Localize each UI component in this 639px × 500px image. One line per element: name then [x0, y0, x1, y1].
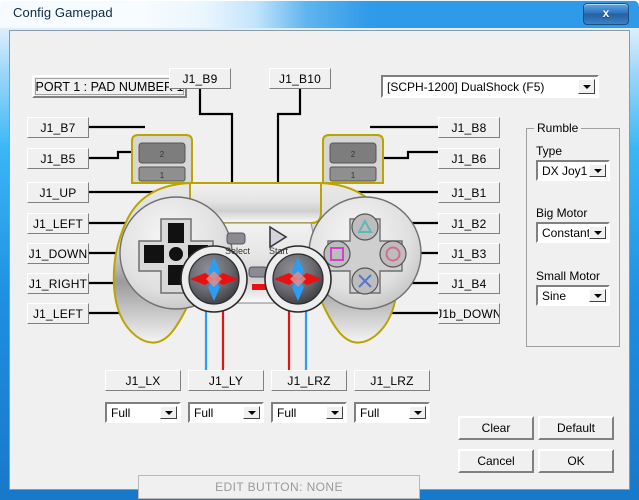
binding-label-top-1[interactable]: J1_B10 [269, 68, 331, 89]
axis-mode-select-0[interactable]: Full [105, 402, 181, 423]
axis-mode-select-1[interactable]: Full [188, 402, 264, 423]
rumble-big-motor-select[interactable]: Constant [536, 222, 610, 243]
axis-mode-value-1: Full [194, 405, 214, 420]
chevron-down-icon[interactable] [589, 289, 606, 302]
binding-label-right-2[interactable]: J1_B1 [438, 182, 500, 203]
chevron-down-icon[interactable] [326, 406, 343, 419]
binding-label-left-0[interactable]: J1_B7 [27, 117, 89, 138]
svg-text:1: 1 [160, 171, 165, 180]
binding-label-top-0[interactable]: J1_B9 [169, 68, 231, 89]
close-icon: x [602, 6, 610, 20]
binding-label-axis-3[interactable]: J1_LRZ [354, 370, 430, 391]
rumble-big-motor-value: Constant [542, 225, 591, 240]
binding-label-left-6[interactable]: J1_LEFT [27, 303, 89, 324]
rumble-type-value: DX Joy1 [542, 163, 588, 178]
window-frame: Config Gamepad x PORT 1 : PAD NUMBER 1 [… [0, 0, 639, 500]
ok-button[interactable]: OK [538, 449, 614, 473]
binding-label-axis-2[interactable]: J1_LRZ [271, 370, 347, 391]
status-bar: EDIT BUTTON: NONE [138, 475, 420, 499]
svg-text:1: 1 [351, 171, 356, 180]
rumble-small-motor-select[interactable]: Sine [536, 285, 610, 306]
rumble-small-motor-value: Sine [542, 288, 567, 303]
dialog-client-area: PORT 1 : PAD NUMBER 1 [SCPH-1200] DualSh… [9, 30, 630, 499]
binding-label-right-3[interactable]: J1_B2 [438, 213, 500, 234]
chevron-down-icon[interactable] [589, 226, 606, 239]
binding-label-left-5[interactable]: J1_RIGHT [27, 273, 89, 294]
binding-label-right-6[interactable]: J1b_DOWN [438, 303, 500, 324]
axis-mode-value-2: Full [277, 405, 297, 420]
axis-mode-value-3: Full [360, 405, 380, 420]
binding-label-left-4[interactable]: J1_DOWN [27, 243, 89, 264]
clear-button[interactable]: Clear [458, 416, 534, 440]
axis-mode-select-2[interactable]: Full [271, 402, 347, 423]
chevron-down-icon[interactable] [409, 406, 426, 419]
chevron-down-icon[interactable] [589, 164, 606, 177]
binding-label-right-5[interactable]: J1_B4 [438, 273, 500, 294]
title-bar: Config Gamepad x [0, 0, 639, 28]
binding-label-right-4[interactable]: J1_B3 [438, 243, 500, 264]
select-label: Select [225, 246, 251, 256]
binding-label-left-1[interactable]: J1_B5 [27, 148, 89, 169]
rumble-group-legend: Rumble [534, 121, 582, 135]
chevron-down-icon[interactable] [243, 406, 260, 419]
axis-mode-value-0: Full [111, 405, 131, 420]
rumble-type-select[interactable]: DX Joy1 [536, 160, 610, 181]
gamepad-body: 2 1 2 1 [112, 134, 422, 344]
svg-text:2: 2 [160, 150, 165, 159]
rumble-small-motor-label: Small Motor [536, 269, 601, 283]
axis-mode-select-3[interactable]: Full [354, 402, 430, 423]
close-button[interactable]: x [583, 3, 629, 25]
rumble-type-label: Type [536, 144, 563, 158]
cancel-button[interactable]: Cancel [458, 449, 534, 473]
svg-text:2: 2 [351, 150, 356, 159]
binding-label-axis-0[interactable]: J1_LX [105, 370, 181, 391]
rumble-big-motor-label: Big Motor [536, 206, 588, 220]
default-button[interactable]: Default [538, 416, 614, 440]
binding-label-axis-1[interactable]: J1_LY [188, 370, 264, 391]
binding-label-right-0[interactable]: J1_B8 [438, 117, 500, 138]
binding-label-left-3[interactable]: J1_LEFT [27, 213, 89, 234]
chevron-down-icon[interactable] [160, 406, 177, 419]
binding-label-right-1[interactable]: J1_B6 [438, 148, 500, 169]
start-label: Start [269, 246, 289, 256]
binding-label-left-2[interactable]: J1_UP [27, 182, 89, 203]
window-title: Config Gamepad [13, 5, 113, 20]
